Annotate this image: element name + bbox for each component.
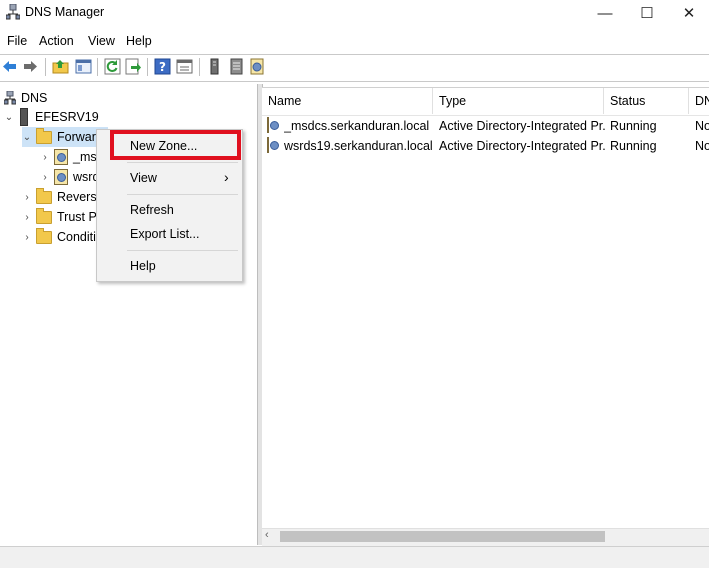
window-title: DNS Manager <box>25 5 105 19</box>
tree-node-zone-msdcs[interactable]: › _ms <box>40 147 97 167</box>
folder-icon <box>36 127 52 144</box>
maximize-button[interactable]: ☐ <box>627 0 667 26</box>
zone-status: Running <box>610 139 657 153</box>
zone-icon <box>267 117 269 133</box>
menu-separator <box>127 250 238 251</box>
svg-text:?: ? <box>159 60 166 74</box>
zone-status: Running <box>610 119 657 133</box>
folder-icon <box>36 227 52 244</box>
properties-icon[interactable] <box>176 58 193 75</box>
chevron-down-icon[interactable]: ⌄ <box>22 132 32 143</box>
help-icon[interactable]: ? <box>154 58 171 75</box>
menu-item-help[interactable]: Help <box>130 259 156 273</box>
record-list-icon[interactable] <box>228 58 245 75</box>
annotation-highlight-box <box>110 130 241 160</box>
toolbar-separator <box>147 58 148 76</box>
chevron-right-icon[interactable]: › <box>22 192 32 203</box>
menu-action[interactable]: Action <box>39 34 74 48</box>
submenu-arrow-icon: › <box>224 169 229 185</box>
zone-icon <box>54 149 68 165</box>
chevron-down-icon[interactable]: ⌄ <box>4 112 14 123</box>
server-icon[interactable] <box>206 58 223 75</box>
folder-icon <box>36 187 52 204</box>
tree-label: Conditi <box>57 230 96 244</box>
chevron-right-icon[interactable]: › <box>40 172 50 183</box>
toolbar-separator <box>45 58 46 76</box>
forward-arrow-icon[interactable] <box>22 58 39 75</box>
tree-label: _ms <box>73 150 97 164</box>
export-icon[interactable] <box>125 58 142 75</box>
scroll-left-icon[interactable]: ‹ <box>265 529 269 541</box>
chevron-right-icon[interactable]: › <box>40 152 50 163</box>
zone-type: Active Directory-Integrated Pr... <box>439 119 605 133</box>
server-icon <box>20 108 28 126</box>
chevron-right-icon[interactable]: › <box>22 212 32 223</box>
refresh-icon[interactable] <box>104 58 121 75</box>
tree-node-zone-wsrds19[interactable]: › wsrd <box>40 167 99 187</box>
folder-icon <box>36 207 52 224</box>
console-tree-icon[interactable] <box>75 58 92 75</box>
table-row[interactable]: _msdcs.serkanduran.local Active Director… <box>262 116 709 136</box>
toolbar-separator <box>199 58 200 76</box>
tree-label: EFESRV19 <box>35 110 99 124</box>
tree-node-trust-points[interactable]: › Trust Po <box>22 207 104 227</box>
table-row[interactable]: wsrds19.serkanduran.local Active Directo… <box>262 136 709 156</box>
zone-dnssec: No <box>695 119 709 133</box>
menu-separator <box>127 194 238 195</box>
scrollbar-thumb[interactable] <box>280 531 605 542</box>
menu-item-view[interactable]: View <box>130 171 157 185</box>
tree-node-dns[interactable]: DNS <box>4 88 47 108</box>
menu-item-refresh[interactable]: Refresh <box>130 203 174 217</box>
zone-type: Active Directory-Integrated Pr... <box>439 139 605 153</box>
zone-icon <box>267 137 269 153</box>
menu-separator <box>127 162 238 163</box>
menu-item-export-list[interactable]: Export List... <box>130 227 199 241</box>
tree-label: Forwar <box>57 130 96 144</box>
zone-name: wsrds19.serkanduran.local <box>284 139 433 153</box>
close-button[interactable]: ✕ <box>669 0 709 26</box>
menu-file[interactable]: File <box>7 34 27 48</box>
column-dns[interactable]: DN <box>689 88 709 114</box>
column-status[interactable]: Status <box>604 88 689 114</box>
tree-node-server[interactable]: ⌄ EFESRV19 <box>4 107 99 127</box>
zone-name: _msdcs.serkanduran.local <box>284 119 430 133</box>
zone-dnssec: No <box>695 139 709 153</box>
column-name[interactable]: Name <box>262 88 433 114</box>
back-arrow-icon[interactable] <box>1 58 18 75</box>
chevron-right-icon[interactable]: › <box>22 232 32 243</box>
column-type[interactable]: Type <box>433 88 604 114</box>
toolbar-separator <box>97 58 98 76</box>
minimize-button[interactable]: — <box>585 0 625 26</box>
zone-icon <box>54 169 68 185</box>
dns-manager-icon <box>6 4 20 20</box>
zone-file-icon[interactable] <box>249 58 266 75</box>
tree-node-reverse-lookup-zones[interactable]: › Reverse <box>22 187 104 207</box>
menu-help[interactable]: Help <box>126 34 152 48</box>
tree-label: DNS <box>21 91 48 105</box>
status-bar <box>0 546 709 568</box>
dns-icon <box>4 91 16 105</box>
tree-node-conditional-forwarders[interactable]: › Conditi <box>22 227 96 247</box>
menu-view[interactable]: View <box>88 34 115 48</box>
up-folder-icon[interactable] <box>52 58 69 75</box>
